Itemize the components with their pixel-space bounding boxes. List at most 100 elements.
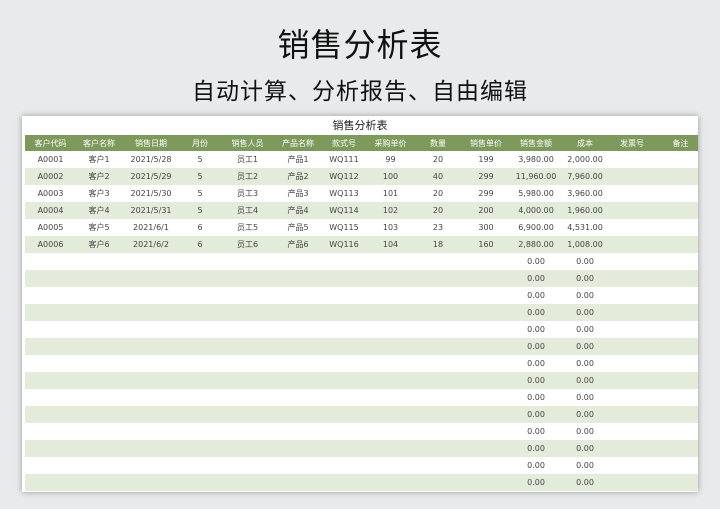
table-cell[interactable] [462,474,510,491]
table-cell[interactable]: 员工4 [220,202,275,219]
table-cell[interactable]: 104 [367,236,414,253]
column-header[interactable]: 销售金额 [510,135,562,151]
table-cell[interactable] [220,321,275,338]
table-cell[interactable] [180,355,220,372]
table-cell[interactable] [25,457,76,474]
table-cell[interactable] [122,338,180,355]
table-cell[interactable] [414,287,462,304]
table-cell[interactable]: 产品2 [275,168,321,185]
table-cell[interactable] [367,304,414,321]
table-cell[interactable]: WQ115 [321,219,367,236]
table-cell[interactable] [275,355,321,372]
table-cell[interactable] [608,236,656,253]
table-cell[interactable]: 2021/6/1 [122,219,180,236]
table-cell[interactable] [656,338,698,355]
table-cell[interactable] [367,372,414,389]
table-cell[interactable]: 0.00 [510,355,562,372]
table-cell[interactable] [414,423,462,440]
column-header[interactable]: 备注 [656,135,698,151]
table-cell[interactable] [220,355,275,372]
column-header[interactable]: 客户代码 [25,135,76,151]
column-header[interactable]: 产品名称 [275,135,321,151]
table-cell[interactable]: A0001 [25,151,76,168]
table-cell[interactable] [220,287,275,304]
table-cell[interactable] [76,440,122,457]
table-cell[interactable]: 0.00 [562,423,608,440]
table-cell[interactable]: 103 [367,219,414,236]
table-cell[interactable]: 0.00 [562,457,608,474]
table-cell[interactable] [321,423,367,440]
table-cell[interactable] [462,389,510,406]
table-cell[interactable] [367,440,414,457]
table-cell[interactable]: 客户6 [76,236,122,253]
table-cell[interactable] [321,389,367,406]
table-cell[interactable] [608,457,656,474]
table-cell[interactable] [367,423,414,440]
table-cell[interactable] [656,168,698,185]
table-cell[interactable] [414,474,462,491]
table-cell[interactable]: A0006 [25,236,76,253]
table-cell[interactable] [608,219,656,236]
table-cell[interactable] [462,321,510,338]
table-cell[interactable] [275,457,321,474]
table-cell[interactable]: 0.00 [562,253,608,270]
table-cell[interactable]: 4,531.00 [562,219,608,236]
table-cell[interactable]: 0.00 [562,389,608,406]
table-cell[interactable] [180,304,220,321]
table-cell[interactable] [367,389,414,406]
table-cell[interactable] [414,338,462,355]
column-header[interactable]: 数量 [414,135,462,151]
table-cell[interactable] [25,270,76,287]
table-cell[interactable] [180,372,220,389]
table-cell[interactable] [76,304,122,321]
table-cell[interactable]: 18 [414,236,462,253]
table-cell[interactable] [25,338,76,355]
table-cell[interactable]: 5 [180,202,220,219]
table-cell[interactable] [25,287,76,304]
table-cell[interactable] [275,338,321,355]
table-cell[interactable] [25,440,76,457]
table-cell[interactable]: 3,960.00 [562,185,608,202]
table-cell[interactable] [462,406,510,423]
table-cell[interactable] [220,389,275,406]
table-cell[interactable] [180,270,220,287]
table-cell[interactable]: 5 [180,151,220,168]
table-cell[interactable] [25,474,76,491]
table-cell[interactable]: 2,000.00 [562,151,608,168]
table-cell[interactable]: 101 [367,185,414,202]
table-cell[interactable]: 4,000.00 [510,202,562,219]
column-header[interactable]: 月份 [180,135,220,151]
table-cell[interactable]: 客户5 [76,219,122,236]
table-cell[interactable]: 0.00 [510,321,562,338]
table-cell[interactable]: 2021/5/30 [122,185,180,202]
table-cell[interactable] [414,253,462,270]
table-cell[interactable]: 6 [180,236,220,253]
table-cell[interactable] [608,253,656,270]
table-cell[interactable] [76,321,122,338]
table-cell[interactable] [275,389,321,406]
table-cell[interactable] [122,474,180,491]
table-cell[interactable] [122,253,180,270]
table-cell[interactable] [25,355,76,372]
table-cell[interactable]: 11,960.00 [510,168,562,185]
table-cell[interactable] [76,355,122,372]
table-cell[interactable] [321,372,367,389]
table-cell[interactable] [275,270,321,287]
table-cell[interactable]: 2021/5/29 [122,168,180,185]
table-cell[interactable] [656,406,698,423]
table-cell[interactable] [220,440,275,457]
table-cell[interactable] [462,457,510,474]
table-cell[interactable]: 0.00 [510,338,562,355]
table-cell[interactable]: 5 [180,185,220,202]
table-cell[interactable] [414,270,462,287]
table-cell[interactable] [122,423,180,440]
column-header[interactable]: 发票号 [608,135,656,151]
table-cell[interactable] [414,372,462,389]
table-cell[interactable]: 160 [462,236,510,253]
table-cell[interactable]: 产品3 [275,185,321,202]
table-cell[interactable] [656,304,698,321]
table-cell[interactable] [180,321,220,338]
table-cell[interactable] [462,355,510,372]
table-cell[interactable] [414,304,462,321]
table-cell[interactable]: 0.00 [510,423,562,440]
